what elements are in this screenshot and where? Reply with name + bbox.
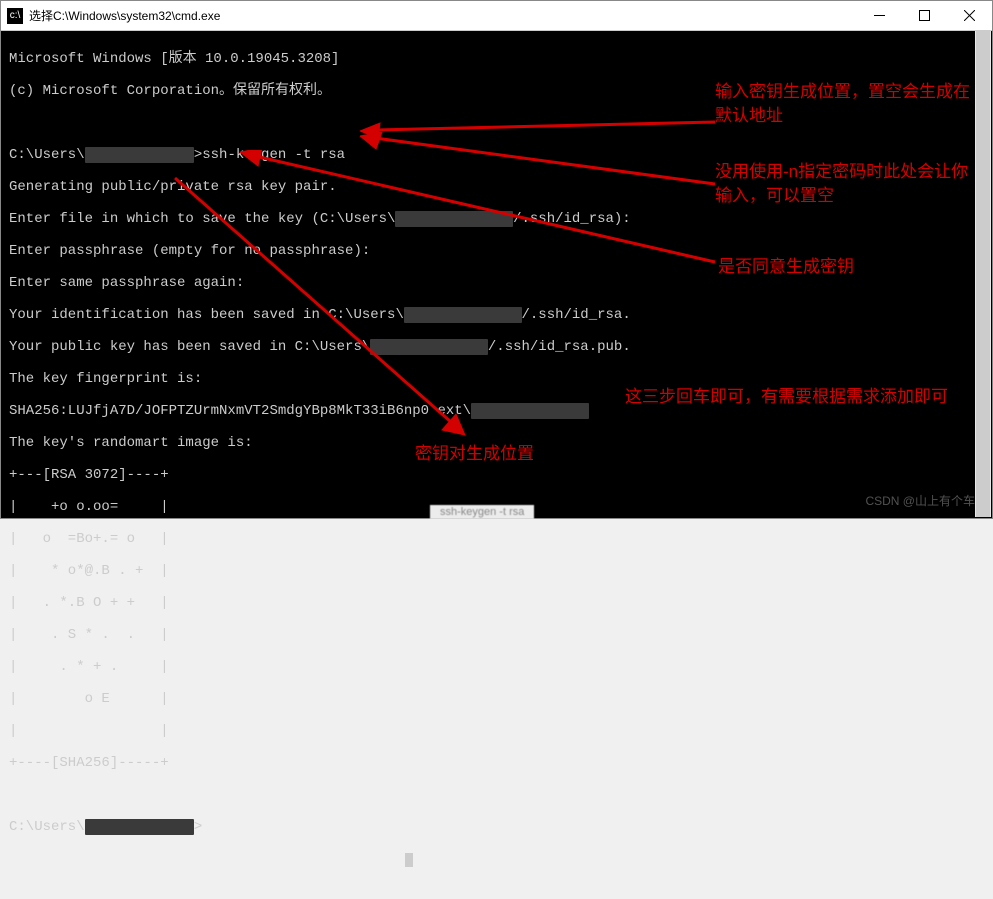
line: Your public key has been saved in C:\Use… [9,339,370,355]
redacted-user [471,403,589,419]
maximize-button[interactable] [902,1,947,30]
scrollbar[interactable] [975,31,991,517]
randomart: | | [9,723,169,739]
line: /.ssh/id_rsa. [522,307,631,323]
randomart: | . * + . | [9,659,169,675]
randomart: | . S * . . | [9,627,169,643]
line: SHA256:LUJfjA7D/JOFPTZUrmNxmVT2SmdgYBp8M… [9,403,471,419]
annotation-text: 输入密钥生成位置，置空会生成在默认地址 [715,80,975,128]
line: The key's randomart image is: [9,435,253,451]
watermark: CSDN @山上有个车 [865,492,975,509]
redacted-user [85,147,194,163]
prompt: > [194,819,202,835]
randomart: +----[SHA256]-----+ [9,755,169,771]
bottom-snippet: ssh-keygen -t rsa [430,505,534,519]
annotation-text: 没用使用-n指定密码时此处会让你输入，可以置空 [715,160,975,208]
randomart: +---[RSA 3072]----+ [9,467,169,483]
randomart: | * o*@.B . + | [9,563,169,579]
close-button[interactable] [947,1,992,30]
cmd-icon: c:\ [7,8,23,24]
cursor [405,853,413,867]
line: Enter same passphrase again: [9,275,244,291]
annotation-text: 密钥对生成位置 [415,442,534,466]
line: Your identification has been saved in C:… [9,307,404,323]
line: Enter passphrase (empty for no passphras… [9,243,370,259]
titlebar[interactable]: c:\ 选择C:\Windows\system32\cmd.exe [1,1,992,31]
annotation-text: 这三步回车即可，有需要根据需求添加即可 [625,385,965,409]
randomart: | o E | [9,691,169,707]
window-controls [857,1,992,30]
line: C:\Users\ [9,147,85,163]
randomart: | . *.B O + + | [9,595,169,611]
line: Generating public/private rsa key pair. [9,179,337,195]
redacted-user [85,819,194,835]
redacted-user [370,339,488,355]
redacted-user [395,211,513,227]
line: Enter file in which to save the key (C:\… [9,211,395,227]
line: /.ssh/id_rsa): [513,211,631,227]
line: (c) Microsoft Corporation。保留所有权利。 [9,83,331,99]
window-title: 选择C:\Windows\system32\cmd.exe [29,7,857,24]
line: /.ssh/id_rsa.pub. [488,339,631,355]
minimize-button[interactable] [857,1,902,30]
redacted-user [404,307,522,323]
randomart: | +o o.oo= | [9,499,169,515]
line: The key fingerprint is: [9,371,202,387]
line: >ssh-keygen -t rsa [194,147,345,163]
line: Microsoft Windows [版本 10.0.19045.3208] [9,51,339,67]
randomart: | o =Bo+.= o | [9,531,169,547]
prompt: C:\Users\ [9,819,85,835]
scroll-thumb[interactable] [976,31,990,517]
annotation-text: 是否同意生成密钥 [718,255,854,279]
